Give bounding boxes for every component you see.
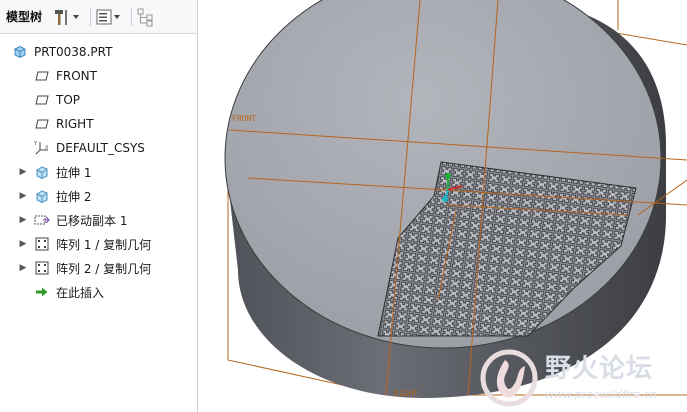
tree-item[interactable]: PRT0038.PRT <box>0 41 112 63</box>
tree-item-label: DEFAULT_CSYS <box>56 141 145 155</box>
pattern-icon <box>34 260 50 276</box>
tree-item[interactable]: ▶ 阵列 2 / 复制几何 <box>0 257 151 279</box>
toolbar-separator <box>131 7 133 26</box>
datum-plane-icon <box>34 92 50 108</box>
settings-tools-button[interactable] <box>52 6 80 28</box>
tree-filter-button[interactable] <box>136 6 156 28</box>
list-icon <box>96 9 112 24</box>
watermark-url: www.proewildfire.cn <box>545 388 657 401</box>
tree-item-label: 阵列 2 / 复制几何 <box>56 261 152 276</box>
svg-text:X: X <box>45 145 49 151</box>
flame-logo-icon <box>480 349 538 407</box>
tree-item[interactable]: RIGHT <box>0 113 94 135</box>
datum-plane-icon <box>34 68 50 84</box>
tree-item[interactable]: ▶ 拉伸 2 <box>0 185 92 207</box>
datum-plane-icon <box>34 116 50 132</box>
expand-arrow-icon[interactable]: ▶ <box>18 215 28 225</box>
tree-item[interactable]: TOP <box>0 89 80 111</box>
tree-item-label: 拉伸 2 <box>56 189 92 204</box>
tree-item[interactable]: Y X DEFAULT_CSYS <box>0 137 145 159</box>
toolbar-separator <box>90 7 92 26</box>
pattern-icon <box>34 236 50 252</box>
expand-arrow-icon[interactable]: ▶ <box>18 263 28 273</box>
csys-icon: YX <box>34 140 50 156</box>
watermark: 野火论坛 www.proewildfire.cn <box>475 344 685 410</box>
tree-item-label: FRONT <box>56 69 97 83</box>
part-icon <box>12 44 28 60</box>
extrude-icon <box>34 188 50 204</box>
hammer-icon <box>55 9 68 25</box>
chevron-down-icon <box>73 14 80 19</box>
tree-item[interactable]: FRONT <box>0 65 97 87</box>
model-tree-toolbar: 模型树 <box>0 0 197 34</box>
chevron-down-icon <box>114 14 121 19</box>
tree-item-label: PRT0038.PRT <box>34 45 113 59</box>
tree-item-label: 阵列 1 / 复制几何 <box>56 237 152 252</box>
tree-item-label: 已移动副本 1 <box>56 213 128 228</box>
moved-copy-icon <box>34 212 50 228</box>
tree-item-label: 在此插入 <box>56 285 105 300</box>
tree-item[interactable]: ▶ 阵列 1 / 复制几何 <box>0 233 151 255</box>
extrude-icon <box>34 164 50 180</box>
model-tree-panel: 模型树 PRT0038.PRT FRONT TOP RIGHT Y X DEFA… <box>0 0 198 412</box>
expand-arrow-icon[interactable]: ▶ <box>18 191 28 201</box>
datum-label-front: FRONT <box>232 114 256 123</box>
model-tree-title: 模型树 <box>6 10 43 24</box>
insert-here-icon <box>34 284 50 300</box>
tree-item-label: 拉伸 1 <box>56 165 92 180</box>
tree-filter-icon <box>137 8 153 26</box>
show-options-button[interactable] <box>95 6 121 28</box>
expand-arrow-icon[interactable]: ▶ <box>18 239 28 249</box>
watermark-text: 野火论坛 <box>545 354 654 384</box>
tree-item-label: RIGHT <box>56 117 94 131</box>
tree-item[interactable]: ▶ 已移动副本 1 <box>0 209 128 231</box>
tree-item-label: TOP <box>56 93 81 107</box>
tree-item[interactable]: ▶ 拉伸 1 <box>0 161 92 183</box>
expand-arrow-icon[interactable]: ▶ <box>18 167 28 177</box>
tree-item[interactable]: 在此插入 <box>0 281 104 303</box>
svg-text:Y: Y <box>34 141 38 147</box>
datum-label-right: RIGHT <box>394 389 418 398</box>
